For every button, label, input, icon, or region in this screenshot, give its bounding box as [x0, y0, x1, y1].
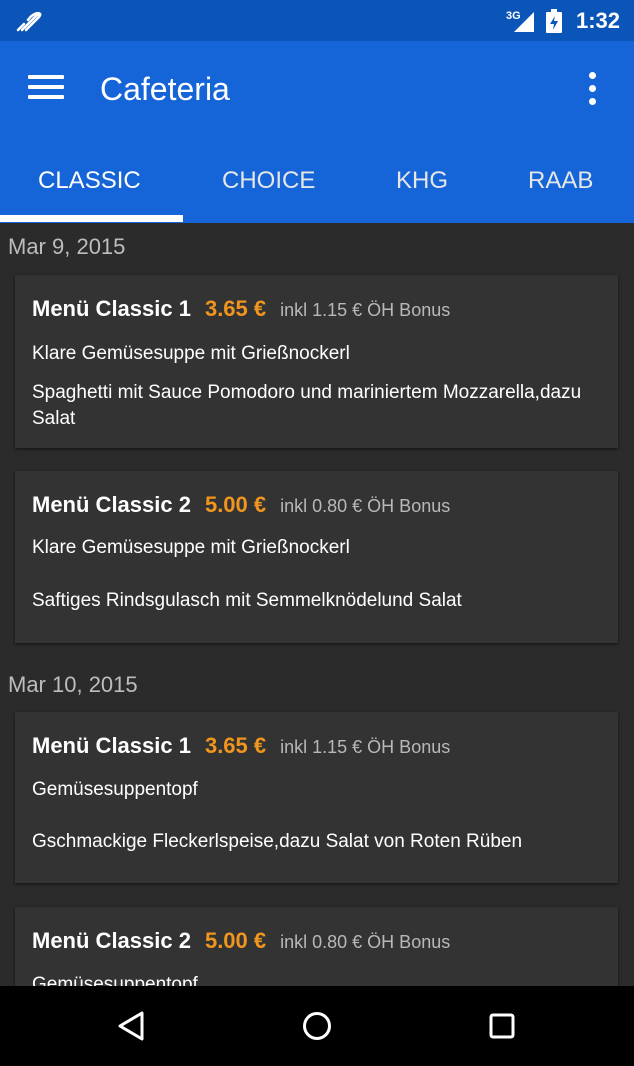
more-vertical-icon[interactable] — [586, 72, 598, 108]
tab-raab[interactable]: RAAB — [528, 167, 593, 195]
menu-bonus: inkl 1.15 € ÖH Bonus — [280, 300, 451, 320]
menu-soup: Gemüsesuppentopf — [32, 974, 198, 986]
hamburger-menu-icon[interactable] — [28, 75, 64, 103]
menu-card: Menü Classic 1 3.65 € inkl 1.15 € ÖH Bon… — [15, 275, 618, 448]
menu-price: 5.00 € — [204, 928, 267, 953]
menu-name: Menü Classic 2 — [32, 928, 191, 953]
back-icon[interactable] — [114, 1008, 150, 1044]
menu-soup: Klare Gemüsesuppe mit Grießnockerl — [32, 537, 350, 558]
notification-icon — [14, 8, 44, 34]
tab-classic[interactable]: CLASSIC — [38, 167, 141, 195]
tab-khg[interactable]: KHG — [396, 167, 448, 195]
status-bar: 3G 1:32 — [0, 0, 634, 41]
page-title: Cafeteria — [100, 71, 230, 107]
menu-soup: Klare Gemüsesuppe mit Grießnockerl — [32, 343, 350, 364]
menu-main-dish: Spaghetti mit Sauce Pomodoro und marinie… — [32, 382, 582, 429]
menu-bonus: inkl 0.80 € ÖH Bonus — [280, 496, 451, 516]
menu-bonus: inkl 1.15 € ÖH Bonus — [280, 737, 451, 757]
tab-bar: CLASSIC CHOICE KHG RAAB — [0, 139, 634, 223]
menu-price: 5.00 € — [204, 492, 267, 517]
menu-price: 3.65 € — [204, 296, 267, 321]
tab-indicator — [0, 215, 183, 222]
tab-choice[interactable]: CHOICE — [222, 167, 315, 195]
menu-name: Menü Classic 1 — [32, 296, 191, 321]
menu-main-dish: Gschmackige Fleckerlspeise,dazu Salat vo… — [32, 831, 523, 852]
menu-soup: Gemüsesuppentopf — [32, 779, 198, 800]
app-bar: Cafeteria CLASSIC CHOICE KHG RAAB — [0, 41, 634, 223]
menu-name: Menü Classic 2 — [32, 492, 191, 517]
date-header: Mar 10, 2015 — [8, 672, 138, 697]
menu-card: Menü Classic 1 3.65 € inkl 1.15 € ÖH Bon… — [15, 712, 618, 883]
menu-name: Menü Classic 1 — [32, 733, 191, 758]
battery-charging-icon — [545, 8, 562, 33]
menu-price: 3.65 € — [204, 733, 267, 758]
status-time: 1:32 — [575, 7, 620, 33]
cell-signal-icon: 3G — [506, 8, 536, 34]
menu-list[interactable]: Mar 9, 2015 Menü Classic 1 3.65 € inkl 1… — [0, 223, 634, 986]
recents-icon[interactable] — [484, 1008, 520, 1044]
menu-card: Menü Classic 2 5.00 € inkl 0.80 € ÖH Bon… — [15, 907, 618, 986]
date-header: Mar 9, 2015 — [8, 234, 126, 259]
menu-bonus: inkl 0.80 € ÖH Bonus — [280, 932, 451, 952]
menu-main-dish: Saftiges Rindsgulasch mit Semmelknödelun… — [32, 590, 462, 611]
home-icon[interactable] — [299, 1008, 335, 1044]
navigation-bar — [0, 986, 634, 1066]
menu-card: Menü Classic 2 5.00 € inkl 0.80 € ÖH Bon… — [15, 471, 618, 643]
